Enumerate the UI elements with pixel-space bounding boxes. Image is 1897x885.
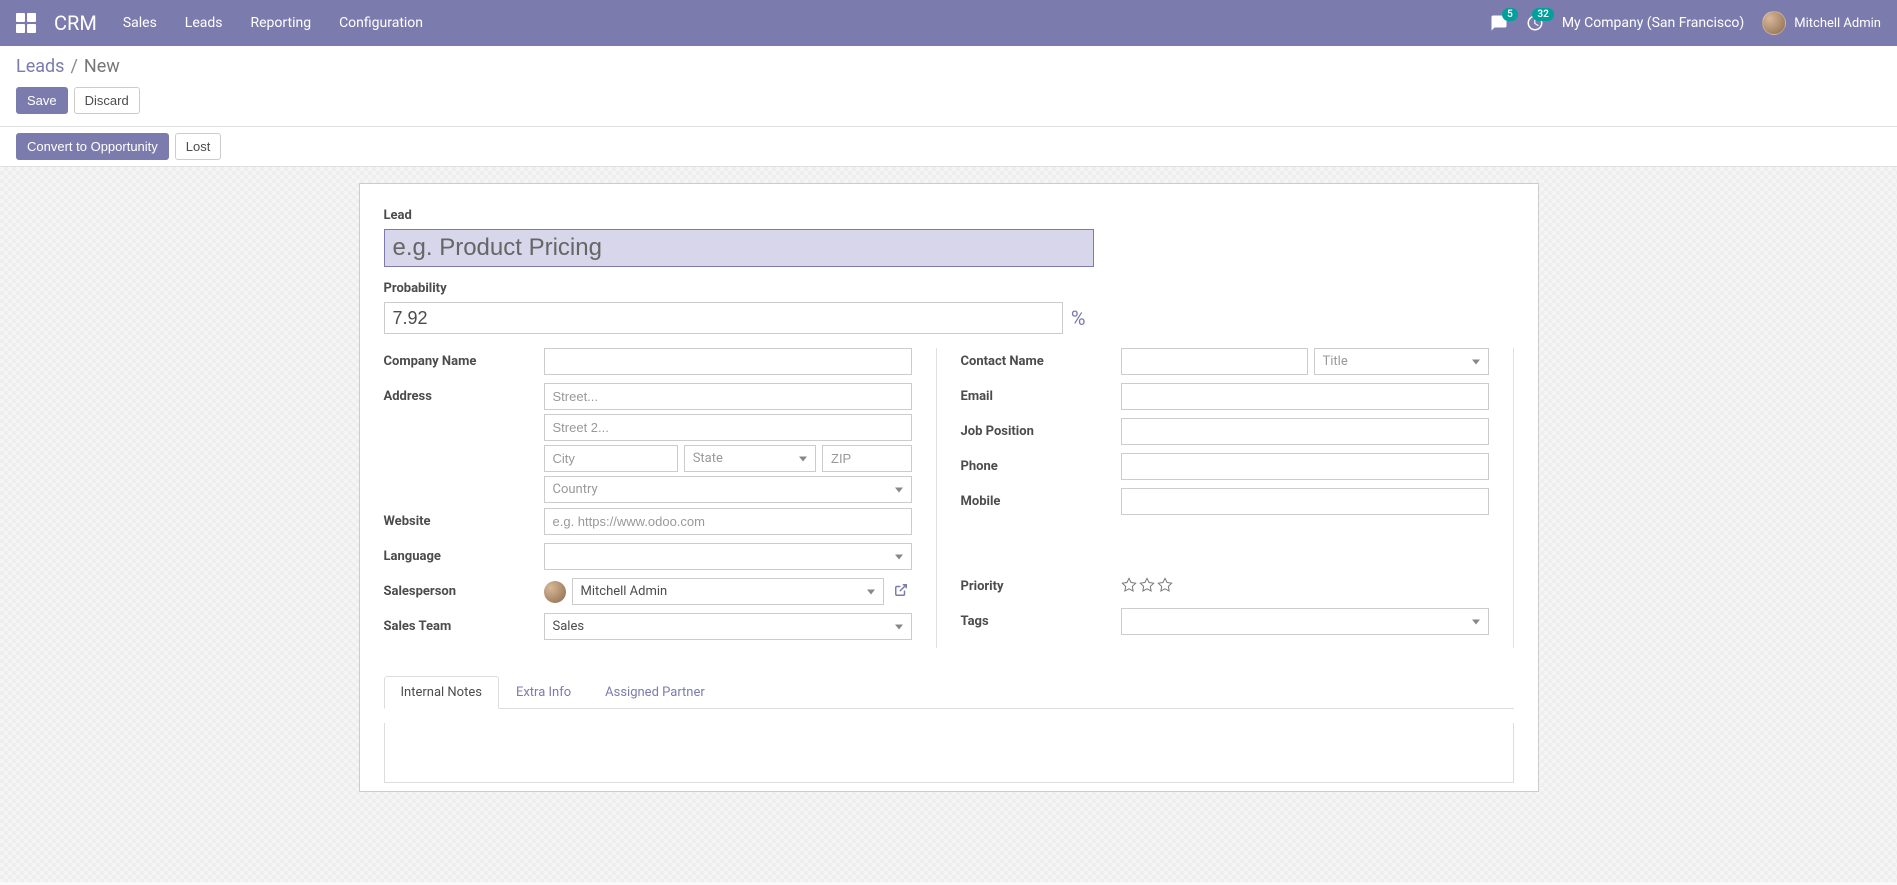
contact-name-input[interactable] xyxy=(1121,348,1308,375)
salesperson-label: Salesperson xyxy=(384,578,544,599)
form-background: Lead Probability % Company Name Address xyxy=(0,167,1897,882)
external-link-icon[interactable] xyxy=(890,579,912,605)
tab-assigned-partner[interactable]: Assigned Partner xyxy=(588,676,722,709)
company-name-label: Company Name xyxy=(384,348,544,369)
nav-leads[interactable]: Leads xyxy=(185,15,223,31)
lead-label: Lead xyxy=(384,208,1094,223)
form-sheet: Lead Probability % Company Name Address xyxy=(359,183,1539,792)
star-1[interactable] xyxy=(1121,577,1137,597)
breadcrumb-parent[interactable]: Leads xyxy=(16,56,64,77)
tab-extra-info[interactable]: Extra Info xyxy=(499,676,588,709)
app-brand[interactable]: CRM xyxy=(54,11,97,35)
city-input[interactable] xyxy=(544,445,678,472)
priority-stars xyxy=(1121,573,1489,597)
activities-icon[interactable]: 32 xyxy=(1526,14,1544,32)
priority-label: Priority xyxy=(961,573,1121,594)
control-panel: Leads / New Save Discard xyxy=(0,46,1897,127)
mobile-label: Mobile xyxy=(961,488,1121,509)
job-position-label: Job Position xyxy=(961,418,1121,439)
percent-symbol: % xyxy=(1063,302,1094,334)
star-3[interactable] xyxy=(1157,577,1173,597)
navbar: CRM Sales Leads Reporting Configuration … xyxy=(0,0,1897,46)
star-2[interactable] xyxy=(1139,577,1155,597)
user-menu[interactable]: Mitchell Admin xyxy=(1762,11,1881,35)
salesperson-select[interactable]: Mitchell Admin xyxy=(572,578,884,605)
street-input[interactable] xyxy=(544,383,912,410)
user-name: Mitchell Admin xyxy=(1794,16,1881,31)
salesperson-avatar-icon xyxy=(544,581,566,603)
language-label: Language xyxy=(384,543,544,564)
company-switcher[interactable]: My Company (San Francisco) xyxy=(1562,15,1744,31)
user-avatar-icon xyxy=(1762,11,1786,35)
save-button[interactable]: Save xyxy=(16,87,68,114)
title-select[interactable]: Title xyxy=(1314,348,1489,375)
sales-team-select[interactable]: Sales xyxy=(544,613,912,640)
breadcrumb-separator: / xyxy=(70,56,77,77)
state-select[interactable]: State xyxy=(684,445,816,472)
messages-icon[interactable]: 5 xyxy=(1490,14,1508,32)
contact-details-left: Company Name Address State Country xyxy=(384,348,937,648)
language-select[interactable] xyxy=(544,543,912,570)
messages-badge: 5 xyxy=(1502,8,1518,21)
probability-label: Probability xyxy=(384,281,1094,296)
mobile-input[interactable] xyxy=(1121,488,1489,515)
website-label: Website xyxy=(384,508,544,529)
street2-input[interactable] xyxy=(544,414,912,441)
email-label: Email xyxy=(961,383,1121,404)
nav-sales[interactable]: Sales xyxy=(123,15,157,31)
probability-input[interactable] xyxy=(384,302,1063,334)
address-label: Address xyxy=(384,383,544,404)
phone-input[interactable] xyxy=(1121,453,1489,480)
lost-button[interactable]: Lost xyxy=(175,133,222,160)
job-position-input[interactable] xyxy=(1121,418,1489,445)
tags-select[interactable] xyxy=(1121,608,1489,635)
lead-name-input[interactable] xyxy=(384,229,1094,267)
tab-internal-notes[interactable]: Internal Notes xyxy=(384,676,499,709)
contact-details-right: Contact Name Title Email Job Position xyxy=(937,348,1514,648)
sales-team-label: Sales Team xyxy=(384,613,544,634)
phone-label: Phone xyxy=(961,453,1121,474)
activities-badge: 32 xyxy=(1532,8,1553,21)
tags-label: Tags xyxy=(961,608,1121,629)
email-input[interactable] xyxy=(1121,383,1489,410)
breadcrumb-current: New xyxy=(84,56,120,77)
country-select[interactable]: Country xyxy=(544,476,912,503)
zip-input[interactable] xyxy=(822,445,912,472)
discard-button[interactable]: Discard xyxy=(74,87,140,114)
company-name-input[interactable] xyxy=(544,348,912,375)
website-input[interactable] xyxy=(544,508,912,535)
nav-reporting[interactable]: Reporting xyxy=(251,15,312,31)
convert-to-opportunity-button[interactable]: Convert to Opportunity xyxy=(16,133,169,160)
contact-name-label: Contact Name xyxy=(961,348,1121,369)
nav-configuration[interactable]: Configuration xyxy=(339,15,423,31)
form-tabs: Internal Notes Extra Info Assigned Partn… xyxy=(384,676,1514,709)
breadcrumb: Leads / New xyxy=(16,56,1881,77)
tab-content[interactable] xyxy=(384,723,1514,783)
apps-icon[interactable] xyxy=(16,13,36,33)
status-bar: Convert to Opportunity Lost xyxy=(0,127,1897,167)
